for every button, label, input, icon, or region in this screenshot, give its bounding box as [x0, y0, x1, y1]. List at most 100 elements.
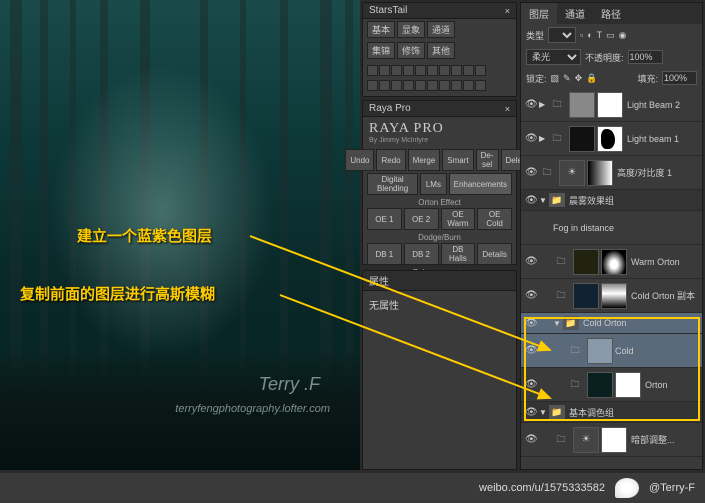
layer-thumb[interactable] [569, 126, 595, 152]
raya-tab-db[interactable]: Digital Blending [367, 173, 418, 195]
layer-name[interactable]: Fog in distance [553, 223, 698, 233]
st-small-btn[interactable] [475, 65, 486, 76]
layer-mask-thumb[interactable] [597, 126, 623, 152]
st-small-btn[interactable] [439, 65, 450, 76]
layer-row[interactable]: 👁▼📁晨雾效果组 [521, 190, 702, 211]
layer-name[interactable]: Orton [645, 380, 698, 390]
raya-smart[interactable]: Smart [442, 149, 473, 171]
layer-name[interactable]: Cold [615, 346, 698, 356]
raya-details[interactable]: Details [477, 243, 512, 265]
layer-row[interactable]: 👁▶🗀Light beam 1 [521, 122, 702, 156]
st-small-btn[interactable] [415, 80, 426, 91]
layer-row[interactable]: 👁🗀Orton [521, 368, 702, 402]
layer-thumb[interactable] [573, 283, 599, 309]
expand-arrow-icon[interactable]: ▶ [539, 134, 549, 143]
lock-brush-icon[interactable]: ✎ [563, 73, 571, 84]
opacity-input[interactable] [628, 50, 663, 64]
filter-icon[interactable]: ◉ [619, 30, 627, 41]
layer-row[interactable]: 👁🗀Cold [521, 334, 702, 368]
raya-desel[interactable]: De-sel [476, 149, 499, 171]
filter-icon[interactable]: ▭ [606, 30, 615, 41]
expand-arrow-icon[interactable]: ▼ [539, 196, 549, 205]
expand-arrow-icon[interactable]: ▼ [539, 408, 549, 417]
visibility-toggle-icon[interactable]: 👁 [525, 434, 539, 445]
blend-mode-select[interactable]: 柔光 [526, 49, 581, 65]
layer-name[interactable]: Light beam 1 [627, 134, 698, 144]
raya-tab-enh[interactable]: Enhancements [449, 173, 512, 195]
st-small-btn[interactable] [451, 80, 462, 91]
raya-dbhalls[interactable]: DB Halls [441, 243, 476, 265]
layer-row[interactable]: 👁▼📁Cold Orton [521, 313, 702, 334]
st-small-btn[interactable] [367, 80, 378, 91]
st-btn-0-1[interactable]: 显象 [397, 21, 425, 38]
st-small-btn[interactable] [403, 65, 414, 76]
visibility-toggle-icon[interactable]: 👁 [525, 99, 539, 110]
expand-arrow-icon[interactable]: ▼ [553, 319, 563, 328]
layer-mask-thumb[interactable] [601, 249, 627, 275]
layer-name[interactable]: Cold Orton [583, 318, 698, 328]
st-small-btn[interactable] [475, 80, 486, 91]
layer-adj-icon[interactable]: ☀ [559, 160, 585, 186]
layer-name[interactable]: 基本调色组 [569, 406, 698, 419]
visibility-toggle-icon[interactable]: 👁 [525, 318, 539, 329]
layer-mask-thumb[interactable] [601, 283, 627, 309]
st-btn-1-2[interactable]: 其他 [427, 42, 455, 59]
kind-filter[interactable] [548, 27, 576, 43]
expand-arrow-icon[interactable]: ▶ [539, 100, 549, 109]
layer-mask-thumb[interactable] [597, 92, 623, 118]
lock-move-icon[interactable]: ✥ [575, 73, 583, 84]
visibility-toggle-icon[interactable]: 👁 [525, 290, 539, 301]
raya-db1[interactable]: DB 1 [367, 243, 402, 265]
st-btn-0-0[interactable]: 基本 [367, 21, 395, 38]
layer-mask-thumb[interactable] [587, 160, 613, 186]
filter-icon[interactable]: T [597, 30, 603, 40]
st-small-btn[interactable] [391, 80, 402, 91]
st-small-btn[interactable] [463, 80, 474, 91]
layer-thumb[interactable] [587, 372, 613, 398]
raya-tab-lm[interactable]: LMs [420, 173, 446, 195]
layer-name[interactable]: Light Beam 2 [627, 100, 698, 110]
st-small-btn[interactable] [427, 80, 438, 91]
layer-name[interactable]: 暗部调整... [631, 433, 698, 446]
layer-thumb[interactable] [569, 92, 595, 118]
close-icon[interactable]: × [505, 104, 510, 114]
st-small-btn[interactable] [463, 65, 474, 76]
visibility-toggle-icon[interactable]: 👁 [525, 195, 539, 206]
visibility-toggle-icon[interactable]: 👁 [525, 379, 539, 390]
layer-name[interactable]: Warm Orton [631, 257, 698, 267]
raya-undo[interactable]: Undo [345, 149, 374, 171]
fill-input[interactable] [662, 71, 697, 85]
raya-oecold[interactable]: OE Cold [477, 208, 512, 230]
st-small-btn[interactable] [403, 80, 414, 91]
tab-paths[interactable]: 路径 [593, 3, 629, 24]
st-small-btn[interactable] [415, 65, 426, 76]
raya-db2[interactable]: DB 2 [404, 243, 439, 265]
layer-name[interactable]: Cold Orton 副本 [631, 289, 698, 302]
st-small-btn[interactable] [391, 65, 402, 76]
layer-row[interactable]: 👁🗀Cold Orton 副本 [521, 279, 702, 313]
layer-adj-icon[interactable]: ☀ [573, 427, 599, 453]
tab-layers[interactable]: 图层 [521, 3, 557, 24]
layer-thumb[interactable] [587, 338, 613, 364]
layer-name[interactable]: 晨雾效果组 [569, 194, 698, 207]
st-small-btn[interactable] [367, 65, 378, 76]
st-small-btn[interactable] [379, 65, 390, 76]
layer-row[interactable]: 👁🗀☀暗部调整... [521, 423, 702, 457]
layer-name[interactable]: 高度/对比度 1 [617, 166, 698, 179]
st-small-btn[interactable] [379, 80, 390, 91]
st-btn-1-0[interactable]: 集锦 [367, 42, 395, 59]
raya-oewarm[interactable]: OE Warm [441, 208, 476, 230]
layer-mask-thumb[interactable] [601, 427, 627, 453]
raya-merge[interactable]: Merge [408, 149, 441, 171]
filter-icon[interactable]: ◐ [587, 30, 592, 40]
lock-transparency-icon[interactable]: ▧ [551, 73, 560, 84]
visibility-toggle-icon[interactable]: 👁 [525, 133, 539, 144]
layer-row[interactable]: 👁🗀☀高度/对比度 1 [521, 156, 702, 190]
layer-mask-thumb[interactable] [615, 372, 641, 398]
layer-row[interactable]: 👁▼📁基本调色组 [521, 402, 702, 423]
st-small-btn[interactable] [427, 65, 438, 76]
layer-row[interactable]: 👁🗀Warm Orton [521, 245, 702, 279]
st-btn-0-2[interactable]: 通道 [427, 21, 455, 38]
tab-channels[interactable]: 通道 [557, 3, 593, 24]
layer-row[interactable]: 👁▶🗀Light Beam 2 [521, 88, 702, 122]
